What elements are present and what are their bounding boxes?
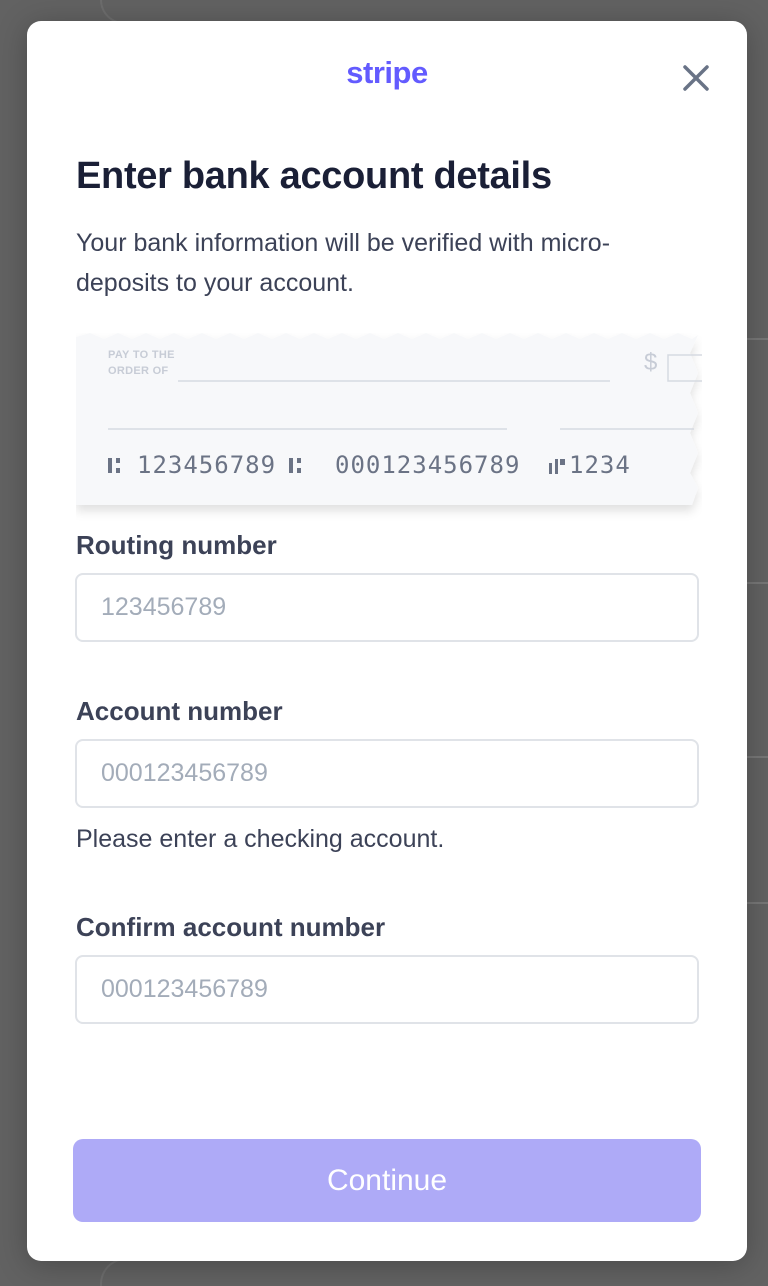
check-illustration: PAY TO THE ORDER OF $ 123456789 00012345… — [76, 333, 702, 528]
background-divider — [747, 582, 768, 584]
check-serial-number: 1234 — [569, 451, 631, 479]
account-number-hint: Please enter a checking account. — [76, 825, 445, 853]
check-pay-line-1: PAY TO THE — [108, 349, 175, 361]
confirm-account-number-label: Confirm account number — [76, 912, 386, 942]
close-icon — [683, 65, 709, 91]
bank-account-modal: stripe Enter bank account details Your b… — [27, 21, 747, 1261]
routing-number-label: Routing number — [76, 530, 277, 560]
page-title: Enter bank account details — [76, 155, 552, 197]
check-pay-line-2: ORDER OF — [108, 365, 169, 377]
check-pay-to-label: PAY TO THE ORDER OF — [108, 347, 175, 379]
routing-number-input[interactable] — [75, 573, 699, 642]
background-page-bottom-edge — [100, 1258, 728, 1286]
stripe-logo: stripe — [346, 55, 428, 90]
continue-button[interactable]: Continue — [73, 1139, 701, 1222]
background-divider — [747, 902, 768, 904]
check-dollar-sign: $ — [644, 349, 658, 376]
account-number-label: Account number — [76, 696, 283, 726]
background-divider — [747, 338, 768, 340]
close-button[interactable] — [677, 59, 715, 97]
page-subtitle: Your bank information will be verified w… — [76, 229, 611, 297]
background-divider — [747, 756, 768, 758]
check-routing-number: 123456789 — [137, 451, 277, 479]
account-number-input[interactable] — [75, 739, 699, 808]
confirm-account-number-input[interactable] — [75, 955, 699, 1024]
check-account-number: 000123456789 — [335, 451, 521, 479]
